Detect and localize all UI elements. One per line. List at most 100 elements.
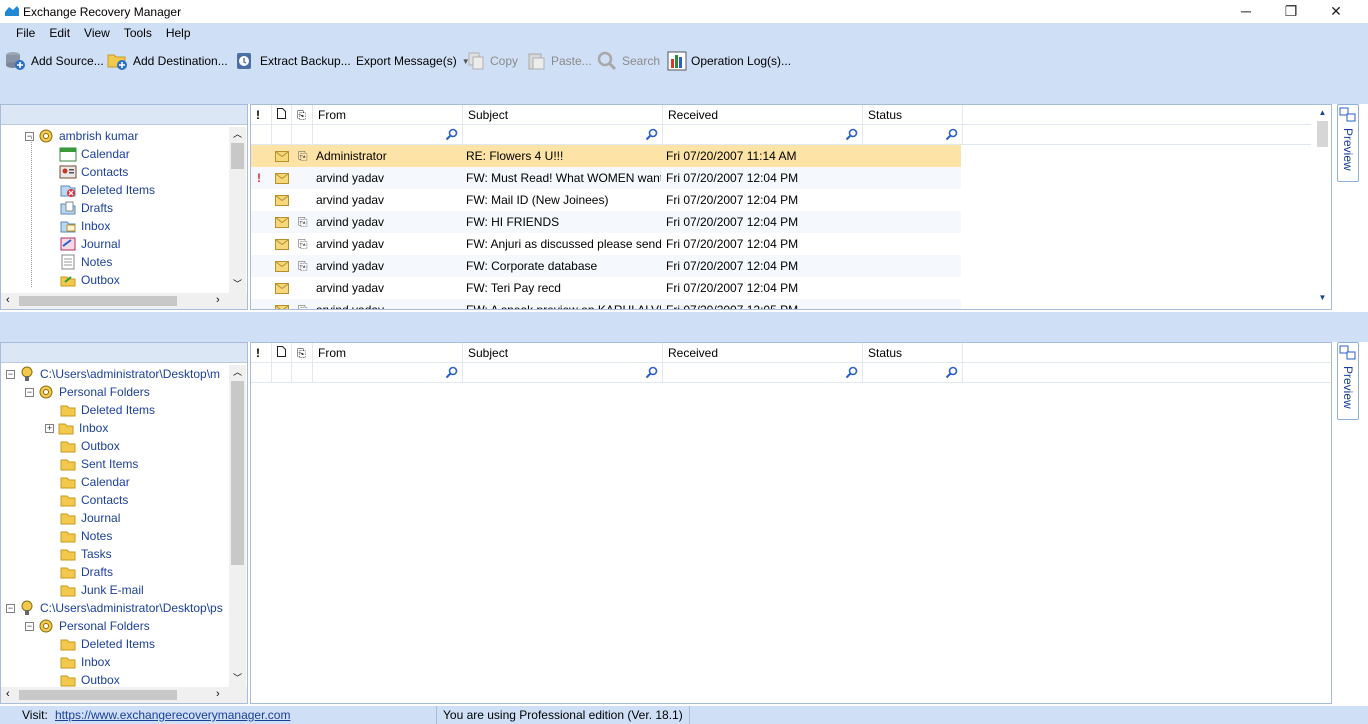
filter-search-icon[interactable]	[945, 128, 958, 141]
scroll-up-icon[interactable]: ︿	[229, 127, 246, 141]
paste-button[interactable]: Paste...	[527, 51, 592, 71]
destination-tree-hscroll[interactable]: ‹ ›	[1, 687, 247, 703]
source-tree-hscroll[interactable]: ‹ ›	[1, 293, 247, 309]
tree-node-contacts[interactable]: Contacts	[59, 163, 128, 181]
message-row[interactable]: ⎘ arvind yadav FW: Corporate database Fri 0…	[251, 255, 961, 277]
menu-file[interactable]: File	[9, 23, 42, 44]
export-messages-button[interactable]: Export Message(s) ▼	[356, 51, 470, 71]
hscroll-thumb[interactable]	[19, 296, 177, 306]
col-type[interactable]	[272, 105, 292, 125]
filter-search-icon[interactable]	[645, 366, 658, 379]
tree-node[interactable]: Contacts	[59, 491, 128, 509]
menu-edit[interactable]: Edit	[42, 23, 77, 44]
operation-logs-button[interactable]: Operation Log(s)...	[667, 51, 791, 71]
extract-backup-button[interactable]: Extract Backup...	[234, 51, 351, 71]
scroll-left-icon[interactable]: ‹	[6, 688, 10, 700]
scroll-down-icon[interactable]: ﹀	[229, 277, 246, 291]
minimize-button[interactable]: ─	[1223, 0, 1269, 23]
website-link[interactable]: https://www.exchangerecoverymanager.com	[55, 706, 290, 724]
col-subject[interactable]: Subject	[463, 105, 663, 125]
tree-node[interactable]: Notes	[59, 527, 112, 545]
scroll-thumb[interactable]	[231, 143, 244, 169]
tree-node[interactable]: + Inbox	[45, 419, 108, 437]
filter-received[interactable]	[663, 363, 863, 383]
scroll-right-icon[interactable]: ›	[216, 294, 220, 306]
col-attachment[interactable]: ⎘	[292, 343, 313, 363]
tree-node[interactable]: Calendar	[59, 473, 130, 491]
collapse-icon[interactable]: −	[6, 369, 15, 379]
tree-node[interactable]: Sent Items	[59, 455, 138, 473]
col-importance[interactable]: !	[251, 343, 272, 363]
col-subject[interactable]: Subject	[463, 343, 663, 363]
scroll-thumb[interactable]	[231, 381, 244, 565]
tree-node[interactable]: − C:\Users\administrator\Desktop\m	[6, 365, 220, 383]
tree-node[interactable]: Tasks	[59, 545, 112, 563]
scroll-up-icon[interactable]: ︿	[229, 365, 246, 379]
col-received[interactable]: Received	[663, 343, 863, 363]
menu-help[interactable]: Help	[159, 23, 198, 44]
menu-view[interactable]: View	[77, 23, 117, 44]
grid-vscroll[interactable]: ▲ ▼	[1314, 105, 1331, 309]
preview-tab-top[interactable]: Preview	[1337, 104, 1359, 182]
tree-node[interactable]: Junk E-mail	[59, 581, 144, 599]
scroll-left-icon[interactable]: ‹	[6, 294, 10, 306]
filter-search-icon[interactable]	[845, 128, 858, 141]
tree-node[interactable]: Journal	[59, 509, 120, 527]
message-row[interactable]: ! arvind yadav FW: Must Read! What WOMEN w…	[251, 167, 961, 189]
tree-node-inbox[interactable]: Inbox	[59, 217, 110, 235]
filter-search-icon[interactable]	[445, 128, 458, 141]
destination-tree-vscroll[interactable]: ︿	[229, 365, 246, 687]
tree-node[interactable]: − C:\Users\administrator\Desktop\ps	[6, 599, 223, 617]
add-destination-button[interactable]: Add Destination...	[107, 51, 228, 71]
filter-search-icon[interactable]	[445, 366, 458, 379]
filter-subject[interactable]	[463, 125, 663, 145]
maximize-button[interactable]: ❐	[1268, 0, 1314, 23]
scroll-up-icon[interactable]: ▲	[1314, 105, 1331, 121]
filter-received[interactable]	[663, 125, 863, 145]
message-row[interactable]: arvind yadav FW: Mail ID (New Joinees) Fri…	[251, 189, 961, 211]
tree-node-outbox[interactable]: Outbox	[59, 271, 120, 289]
message-row[interactable]: ⎘arvind yadavFW: A sneak preview on KARH…	[251, 299, 961, 309]
message-row[interactable]: arvind yadav FW: Teri Pay recd Fri 07/20/2…	[251, 277, 961, 299]
col-attachment[interactable]: ⎘	[292, 105, 313, 125]
filter-from[interactable]	[313, 125, 463, 145]
tree-node-calendar[interactable]: Calendar	[59, 145, 130, 163]
scroll-down-icon[interactable]: ﹀	[229, 671, 246, 685]
tree-node[interactable]: Drafts	[59, 563, 113, 581]
scroll-right-icon[interactable]: ›	[216, 688, 220, 700]
close-button[interactable]: ✕	[1313, 0, 1359, 23]
menu-tools[interactable]: Tools	[117, 23, 159, 44]
filter-from[interactable]	[313, 363, 463, 383]
collapse-icon[interactable]: −	[25, 131, 34, 141]
filter-search-icon[interactable]	[945, 366, 958, 379]
scroll-thumb[interactable]	[1317, 121, 1328, 147]
filter-search-icon[interactable]	[645, 128, 658, 141]
tree-node[interactable]: Deleted Items	[59, 635, 155, 653]
filter-subject[interactable]	[463, 363, 663, 383]
tree-node-ambrish-kumar[interactable]: − ambrish kumar	[25, 127, 138, 145]
message-row[interactable]: ⎘ arvind yadav FW: HI FRIENDS Fri 07/20/200…	[251, 211, 961, 233]
tree-node-deleted-items[interactable]: Deleted Items	[59, 181, 155, 199]
col-from[interactable]: From	[313, 105, 463, 125]
col-received[interactable]: Received	[663, 105, 863, 125]
tree-node[interactable]: Inbox	[59, 653, 110, 671]
collapse-icon[interactable]: −	[6, 603, 15, 613]
expand-icon[interactable]: +	[45, 423, 54, 433]
filter-status[interactable]	[863, 125, 963, 145]
filter-status[interactable]	[863, 363, 963, 383]
tree-node[interactable]: Outbox	[59, 437, 120, 455]
col-status[interactable]: Status	[863, 105, 963, 125]
tree-node[interactable]: − Personal Folders	[25, 617, 150, 635]
message-row[interactable]: ⎘ arvind yadav FW: Anjuri as discussed ple…	[251, 233, 961, 255]
search-button[interactable]: Search	[596, 51, 660, 71]
col-type[interactable]	[272, 343, 292, 363]
col-status[interactable]: Status	[863, 343, 963, 363]
scroll-down-icon[interactable]: ▼	[1314, 293, 1331, 302]
collapse-icon[interactable]: −	[25, 387, 34, 397]
tree-node-notes[interactable]: Notes	[59, 253, 112, 271]
source-tree-vscroll[interactable]: ︿	[229, 127, 246, 293]
collapse-icon[interactable]: −	[25, 621, 34, 631]
message-row[interactable]: ⎘ Administrator RE: Flowers 4 U!!! Fri 07/2…	[251, 145, 961, 167]
filter-search-icon[interactable]	[845, 366, 858, 379]
col-from[interactable]: From	[313, 343, 463, 363]
